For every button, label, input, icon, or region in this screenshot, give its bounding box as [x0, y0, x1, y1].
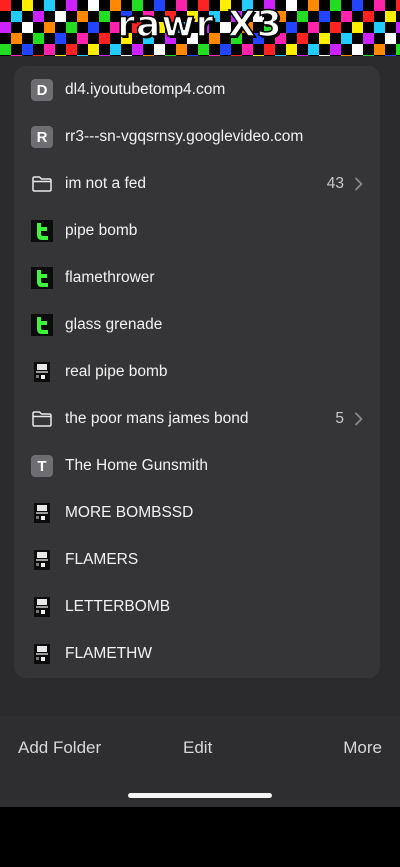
- row-label: MORE BOMBSSD: [65, 504, 194, 521]
- row-label: pipe bomb: [65, 222, 138, 239]
- edit-button[interactable]: Edit: [183, 738, 212, 758]
- row-label: flamethrower: [65, 269, 155, 286]
- letter-tile-icon: R: [31, 126, 53, 148]
- chevron-right-icon: [354, 177, 364, 191]
- document-icon: [31, 361, 53, 383]
- row-label: The Home Gunsmith: [65, 457, 208, 474]
- letter-tile-icon: D: [31, 79, 53, 101]
- add-folder-button[interactable]: Add Folder: [18, 738, 101, 758]
- chevron-right-icon: [354, 412, 364, 426]
- bookmark-row[interactable]: Ddl4.iyoutubetomp4.com: [14, 67, 380, 114]
- bottom-black-bar: [0, 807, 400, 867]
- home-indicator[interactable]: [128, 793, 272, 798]
- bookmark-row[interactable]: glass grenade: [14, 302, 380, 349]
- row-label: im not a fed: [65, 175, 146, 192]
- bookmark-row[interactable]: LETTERBOMB: [14, 584, 380, 631]
- header-banner: rawr X3: [0, 0, 400, 56]
- row-label: real pipe bomb: [65, 363, 168, 380]
- bookmark-row[interactable]: flamethrower: [14, 255, 380, 302]
- folder-row[interactable]: im not a fed 43: [14, 161, 380, 208]
- folder-icon: [31, 408, 53, 430]
- bookmark-row[interactable]: T The Home Gunsmith: [14, 443, 380, 490]
- bookmark-row[interactable]: FLAMETHW: [14, 631, 380, 678]
- folder-row[interactable]: the poor mans james bond 5: [14, 396, 380, 443]
- folder-count: 5: [335, 410, 344, 427]
- bookmark-row[interactable]: Rrr3---sn-vgqsrnsy.googlevideo.com: [14, 114, 380, 161]
- document-icon: [31, 549, 53, 571]
- document-icon: [31, 643, 53, 665]
- green-t-icon: [31, 314, 53, 336]
- row-label: LETTERBOMB: [65, 598, 171, 615]
- folder-icon: [31, 173, 53, 195]
- bookmark-row[interactable]: FLAMERS: [14, 537, 380, 584]
- bookmark-row[interactable]: real pipe bomb: [14, 349, 380, 396]
- green-t-icon: [31, 267, 53, 289]
- bookmarks-list: Ddl4.iyoutubetomp4.com Rrr3---sn-vgqsrnsy…: [14, 66, 380, 678]
- document-icon: [31, 596, 53, 618]
- brand-title: rawr X3: [117, 3, 283, 46]
- bookmark-row[interactable]: MORE BOMBSSD: [14, 490, 380, 537]
- bookmarks-screen: rawr X3 Ddl4.iyoutubetomp4.com Rrr3---sn-…: [0, 0, 400, 807]
- more-button[interactable]: More: [343, 738, 382, 758]
- row-label: dl4.iyoutubetomp4.com: [65, 81, 226, 98]
- folder-count: 43: [326, 175, 344, 192]
- letter-tile-icon: T: [31, 455, 53, 477]
- row-label: FLAMERS: [65, 551, 139, 568]
- row-label: FLAMETHW: [65, 645, 152, 662]
- row-label: the poor mans james bond: [65, 410, 249, 427]
- row-label: glass grenade: [65, 316, 163, 333]
- green-t-icon: [31, 220, 53, 242]
- bookmark-row[interactable]: pipe bomb: [14, 208, 380, 255]
- row-label: rr3---sn-vgqsrnsy.googlevideo.com: [65, 128, 304, 145]
- document-icon: [31, 502, 53, 524]
